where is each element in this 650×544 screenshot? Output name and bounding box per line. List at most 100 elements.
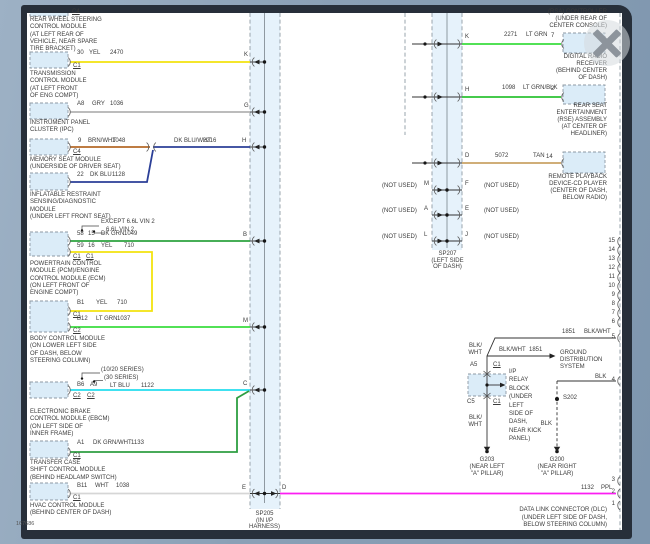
bus-terminal-letter: J	[465, 232, 468, 239]
pin-label: A9	[90, 382, 97, 389]
not-used-label: (NOT USED)	[382, 234, 417, 241]
pin-label: LT BLU	[110, 383, 130, 390]
wire-label: 1132	[581, 485, 594, 492]
wire-label: PPL	[601, 485, 612, 492]
not-used-label: (NOT USED)	[484, 234, 519, 241]
margin-pin: 15	[603, 238, 615, 245]
connector-label: C2	[73, 328, 81, 335]
connector-label: A5	[470, 362, 477, 369]
connector-label: C4	[73, 149, 81, 156]
module-annotation: EXCEPT 6.6L VIN 2	[101, 219, 155, 226]
splice-label: SP205(IN I/PHARNESS)	[234, 511, 295, 531]
pin-label: DK BLU	[90, 172, 112, 179]
pin-label: 710	[117, 300, 127, 307]
bus-terminal-letter: E	[242, 485, 246, 492]
pin-label: YEL	[89, 50, 100, 57]
module-name: HVAC CONTROL MODULE(BEHIND CENTER OF DAS…	[30, 503, 111, 518]
wire-label: 1851	[529, 347, 542, 354]
connector-label: C1	[86, 254, 94, 261]
pin-label: 2	[551, 86, 554, 93]
module-name: (RSA) CONTROLLER(UNDER REAR OFCENTER CON…	[450, 9, 607, 30]
module-annotation: (30 SERIES)	[104, 375, 138, 382]
wire-label: 1851	[562, 329, 575, 336]
module-name: REAR SEATENTERTAINMENT(RSE) ASSEMBLY(AT …	[450, 103, 607, 138]
module-name: ELECTRONIC BRAKECONTROL MODULE (EBCM)(ON…	[30, 409, 109, 438]
pin-label: 710	[124, 243, 134, 250]
pin-label: 1133	[131, 440, 144, 447]
pin-label: B11	[77, 483, 87, 490]
connector-label: C2	[87, 393, 95, 400]
connector-label: C4	[72, 9, 80, 16]
module-name: MEMORY SEAT MODULE(UNDERSIDE OF DRIVER S…	[30, 157, 121, 172]
bus-terminal-letter: D	[465, 153, 469, 160]
bus-terminal-letter: L	[424, 232, 427, 239]
wire-label: 2271	[504, 32, 517, 39]
not-used-label: (NOT USED)	[484, 208, 519, 215]
connector-label: C1	[493, 399, 501, 406]
pin-label: A8	[77, 101, 84, 108]
pin-label: 1048	[112, 138, 125, 145]
margin-pin: 9	[603, 292, 615, 299]
margin-pin: 11	[603, 274, 615, 281]
diagram-labels: C4 REAR WHEEL STEERINGCONTROL MODULE(AT …	[0, 0, 650, 544]
bus-terminal-letter: K	[244, 52, 248, 59]
pin-label: YEL	[96, 300, 107, 307]
module-name: TRANSFER CASESHIFT CONTROL MODULE(BEHIND…	[30, 460, 117, 482]
wire-label: LT GRN	[526, 32, 547, 39]
connector-label: C1	[493, 362, 501, 369]
connector-label: C1	[73, 453, 81, 460]
wire-label: 1098	[502, 85, 515, 92]
module-name: INFLATABLE RESTRAINTSENSING/DIAGNOSTICMO…	[30, 192, 111, 221]
not-used-label: (NOT USED)	[382, 208, 417, 215]
pin-label: 1036	[110, 101, 123, 108]
connector-label: C5	[467, 399, 475, 406]
wire-label: BLK/WHT	[458, 415, 482, 428]
bus-terminal-letter: H	[242, 138, 246, 145]
pin-label: 59	[77, 243, 84, 250]
wire-label: TAN	[533, 153, 545, 160]
bus-terminal-letter: G	[244, 103, 249, 110]
margin-pin: 1	[603, 501, 615, 508]
pin-label: 22	[77, 172, 84, 179]
bus-terminal-letter: M	[424, 181, 429, 188]
bus-terminal-letter: E	[465, 206, 469, 213]
pin-label: DK GRN	[101, 231, 124, 238]
module-name: DIGITAL RADIORECEIVER(BEHIND CENTEROF DA…	[450, 54, 607, 82]
wiring-diagram-viewer: C4 REAR WHEEL STEERINGCONTROL MODULE(AT …	[0, 0, 650, 544]
module-name: BODY CONTROL MODULE(ON LOWER LEFT SIDEOF…	[30, 336, 105, 365]
pin-label: B6	[77, 382, 84, 389]
pin-label: 1128	[112, 172, 125, 179]
pin-label: 15	[88, 231, 95, 238]
margin-pin: 8	[603, 301, 615, 308]
module-annotation: (10/20 SERIES)	[101, 367, 144, 374]
pin-label: A1	[77, 440, 84, 447]
pin-label: 1038	[116, 483, 129, 490]
module-name: POWERTRAIN CONTROLMODULE (PCM)/ENGINECON…	[30, 261, 105, 297]
wire-label: BLK/WHT	[584, 329, 611, 336]
pin-label: WHT	[95, 483, 109, 490]
margin-pin: 6	[603, 319, 615, 326]
bus-terminal-letter: C	[243, 381, 247, 388]
connector-label: C2	[73, 393, 81, 400]
margin-pin: 3	[603, 477, 615, 484]
pin-label: 1037	[117, 316, 130, 323]
pin-label: YEL	[101, 243, 112, 250]
pin-label: 2470	[110, 50, 123, 57]
close-icon[interactable]	[584, 20, 630, 66]
ground-system-label: GROUNDDISTRIBUTIONSYSTEM	[560, 350, 602, 371]
module-name: TRANSMISSIONCONTROL MODULE(AT LEFT FRONT…	[30, 71, 86, 100]
pin-label: 1122	[141, 383, 154, 390]
wire-label: 5072	[495, 153, 508, 160]
module-name: REAR WHEEL STEERINGCONTROL MODULE(AT LEF…	[30, 17, 102, 53]
connector-label: C1	[73, 495, 81, 502]
margin-pin: 13	[603, 256, 615, 263]
module-name: INSTRUMENT PANELCLUSTER (IPC)	[30, 120, 90, 135]
module-name: REMOTE PLAYBACKDEVICE-CD PLAYER(CENTER O…	[450, 174, 607, 202]
margin-pin: 7	[603, 310, 615, 317]
bus-terminal-letter: H	[465, 87, 469, 94]
wire-label: BLK	[538, 421, 552, 428]
not-used-label: (NOT USED)	[382, 183, 417, 190]
pin-label: 14	[546, 154, 553, 161]
splice-label: SP207(LEFT SIDEOF DASH)	[417, 251, 478, 271]
bus-terminal-letter: K	[465, 34, 469, 41]
